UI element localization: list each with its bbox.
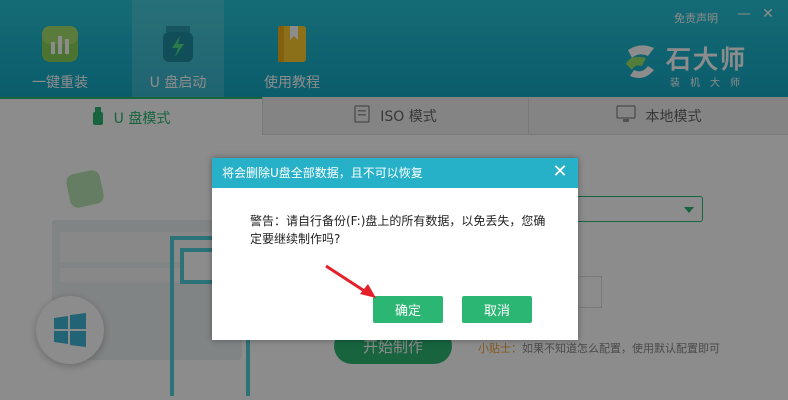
confirm-dialog: 将会删除U盘全部数据，且不可以恢复 ✕ 警告：请自行备份(F:)盘上的所有数据，… [212,158,578,340]
dialog-close-button[interactable]: ✕ [550,162,570,182]
dialog-message: 警告：请自行备份(F:)盘上的所有数据，以免丢失，您确定要继续制作吗? [250,214,546,246]
cancel-button[interactable]: 取消 [462,296,532,323]
dialog-title: 将会删除U盘全部数据，且不可以恢复 [212,158,578,188]
red-arrow-icon [325,264,376,298]
confirm-button[interactable]: 确定 [373,296,443,323]
